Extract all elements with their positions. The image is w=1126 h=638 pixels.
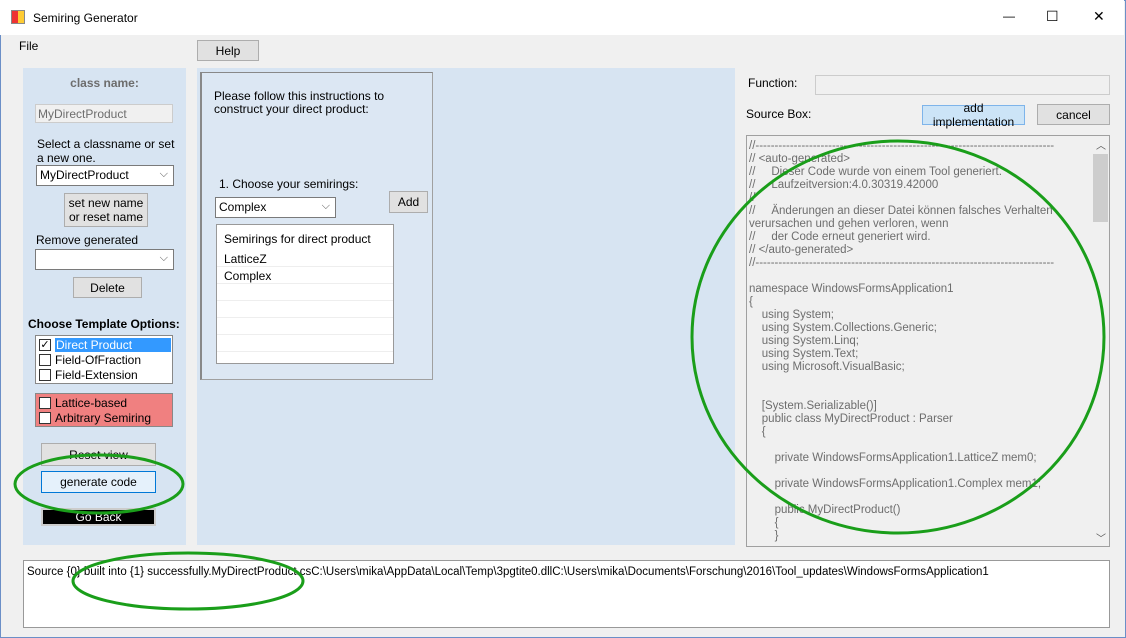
annotation-ellipse-generate	[13, 453, 185, 515]
annotation-overlay	[13, 139, 1106, 611]
annotation-ellipse-output	[71, 551, 305, 611]
annotation-ellipse-source	[690, 139, 1106, 535]
